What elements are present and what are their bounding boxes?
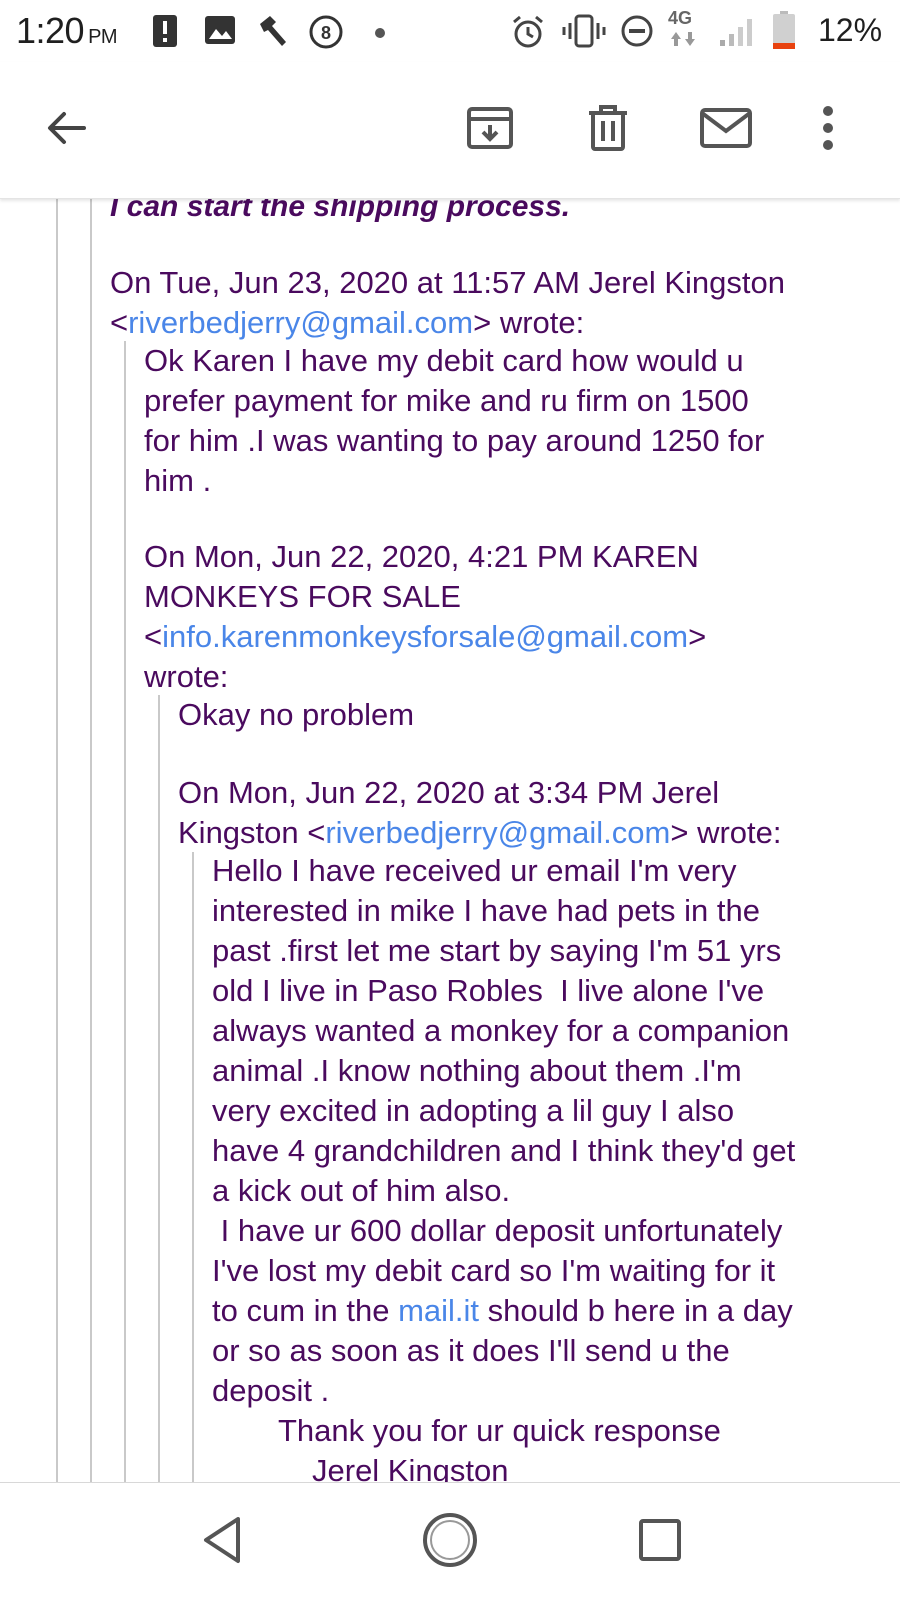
status-clock: 1:20 (16, 10, 85, 51)
bracket: < (144, 619, 163, 654)
message-line: Okay no problem (178, 697, 415, 732)
more-options-button[interactable] (788, 90, 868, 170)
bracket: > (688, 619, 707, 654)
data-arrows-icon (668, 30, 698, 53)
quote-header-line: MONKEYS FOR SALE (144, 579, 461, 614)
message-line: have 4 grandchildren and I think they'd … (212, 1133, 796, 1168)
mail-link[interactable]: mail.it (398, 1293, 479, 1328)
quoted-message-1: Ok Karen I have my debit card how would … (144, 341, 764, 501)
quote-header-line: On Tue, Jun 23, 2020 at 11:57 AM Jerel K… (110, 265, 785, 300)
dot-icon (374, 26, 386, 44)
status-bar: 1:20 PM 8 4G 12% (0, 0, 900, 62)
sender-email-link[interactable]: riverbedjerry@gmail.com (325, 815, 670, 850)
nav-recents-icon (638, 1518, 682, 1567)
message-line: or so as soon as it does I'll send u the (212, 1333, 730, 1368)
message-line: to cum in the mail.it should b here in a… (212, 1291, 795, 1331)
message-line: very excited in adopting a lil guy I als… (212, 1093, 735, 1128)
quote-header-line: On Mon, Jun 22, 2020, 4:21 PM KAREN (144, 539, 699, 574)
quote-header-line: <riverbedjerry@gmail.com> wrote: (110, 303, 785, 343)
message-line: interested in mike I have had pets in th… (212, 893, 760, 928)
quote-bar (124, 341, 126, 1482)
message-text: should b here in a day (479, 1293, 793, 1328)
message-line: old I live in Paso Robles I live alone I… (212, 973, 765, 1008)
status-ampm: PM (88, 26, 118, 48)
alert-icon (152, 14, 178, 53)
message-line: always wanted a monkey for a companion (212, 1013, 790, 1048)
message-line: for him .I was wanting to pay around 125… (144, 423, 765, 458)
nav-back-button[interactable] (187, 1507, 257, 1577)
quote-header-2: On Mon, Jun 22, 2020, 4:21 PM KAREN MONK… (144, 537, 706, 697)
email-body: I can start the shipping process. On Tue… (0, 199, 900, 1482)
nav-home-button[interactable] (415, 1507, 485, 1577)
archive-button[interactable] (450, 90, 530, 170)
message-line: prefer payment for mike and ru firm on 1… (144, 383, 749, 418)
header-text: Kingston < (178, 815, 326, 850)
quote-bar (192, 852, 194, 1482)
battery-icon (772, 10, 796, 55)
delete-icon (585, 103, 631, 158)
delete-button[interactable] (568, 90, 648, 170)
battery-percent: 12% (818, 12, 883, 48)
do-not-disturb-icon (620, 14, 654, 53)
vibrate-icon (562, 14, 606, 53)
back-arrow-icon (42, 104, 90, 157)
quote-header-line: On Mon, Jun 22, 2020 at 3:34 PM Jerel (178, 775, 720, 810)
mark-unread-button[interactable] (686, 90, 766, 170)
image-icon (204, 14, 236, 51)
quoted-message-4: Hello I have received ur email I'm very … (212, 851, 795, 1482)
system-nav-bar (0, 1482, 900, 1601)
hammer-icon (256, 14, 290, 53)
signature-line: Jerel Kingston (312, 1453, 509, 1482)
message-line: I've lost my debit card so I'm waiting f… (212, 1253, 776, 1288)
quote-bar (56, 199, 58, 1482)
message-line: Hello I have received ur email I'm very (212, 853, 737, 888)
wrote-text: > wrote: (473, 305, 585, 340)
message-line: deposit . (212, 1373, 330, 1408)
archive-icon (465, 103, 515, 158)
sender-email-link[interactable]: riverbedjerry@gmail.com (128, 305, 473, 340)
svg-text:8: 8 (321, 23, 331, 43)
nav-back-icon (200, 1515, 244, 1570)
network-type: 4G (668, 8, 693, 28)
closing-line: Thank you for ur quick response (278, 1413, 721, 1448)
message-line: Ok Karen I have my debit card how would … (144, 343, 744, 378)
mail-icon (699, 107, 753, 154)
quote-header-line: wrote: (144, 659, 229, 694)
cut-off-line: I can start the shipping process. (110, 199, 571, 223)
status-time: 1:20 PM (16, 10, 118, 52)
message-line: I have ur 600 dollar deposit unfortunate… (212, 1213, 783, 1248)
bracket: < (110, 305, 129, 340)
back-button[interactable] (26, 90, 106, 170)
alarm-icon (510, 14, 546, 55)
more-vert-icon (821, 105, 835, 156)
sender-email-link[interactable]: info.karenmonkeysforsale@gmail.com (162, 619, 688, 654)
nav-recents-button[interactable] (625, 1507, 695, 1577)
message-text: to cum in the (212, 1293, 399, 1328)
message-line: past .first let me start by saying I'm 5… (212, 933, 782, 968)
quote-header-line: <info.karenmonkeysforsale@gmail.com> (144, 617, 706, 657)
quote-header-3: On Mon, Jun 22, 2020 at 3:34 PM Jerel Ki… (178, 773, 782, 853)
quote-bar (158, 695, 160, 1482)
circle-8-icon: 8 (308, 14, 344, 55)
email-toolbar (0, 62, 900, 199)
quote-header-1: On Tue, Jun 23, 2020 at 11:57 AM Jerel K… (110, 263, 785, 343)
message-line: animal .I know nothing about them .I'm (212, 1053, 742, 1088)
message-line: him . (144, 463, 212, 498)
quote-header-line: Kingston <riverbedjerry@gmail.com> wrote… (178, 813, 782, 853)
quote-bar (90, 199, 92, 1482)
message-line: a kick out of him also. (212, 1173, 511, 1208)
nav-home-icon (421, 1511, 479, 1574)
signal-icon (718, 14, 758, 53)
quoted-message-2: Okay no problem (178, 695, 414, 735)
wrote-text: > wrote: (670, 815, 782, 850)
